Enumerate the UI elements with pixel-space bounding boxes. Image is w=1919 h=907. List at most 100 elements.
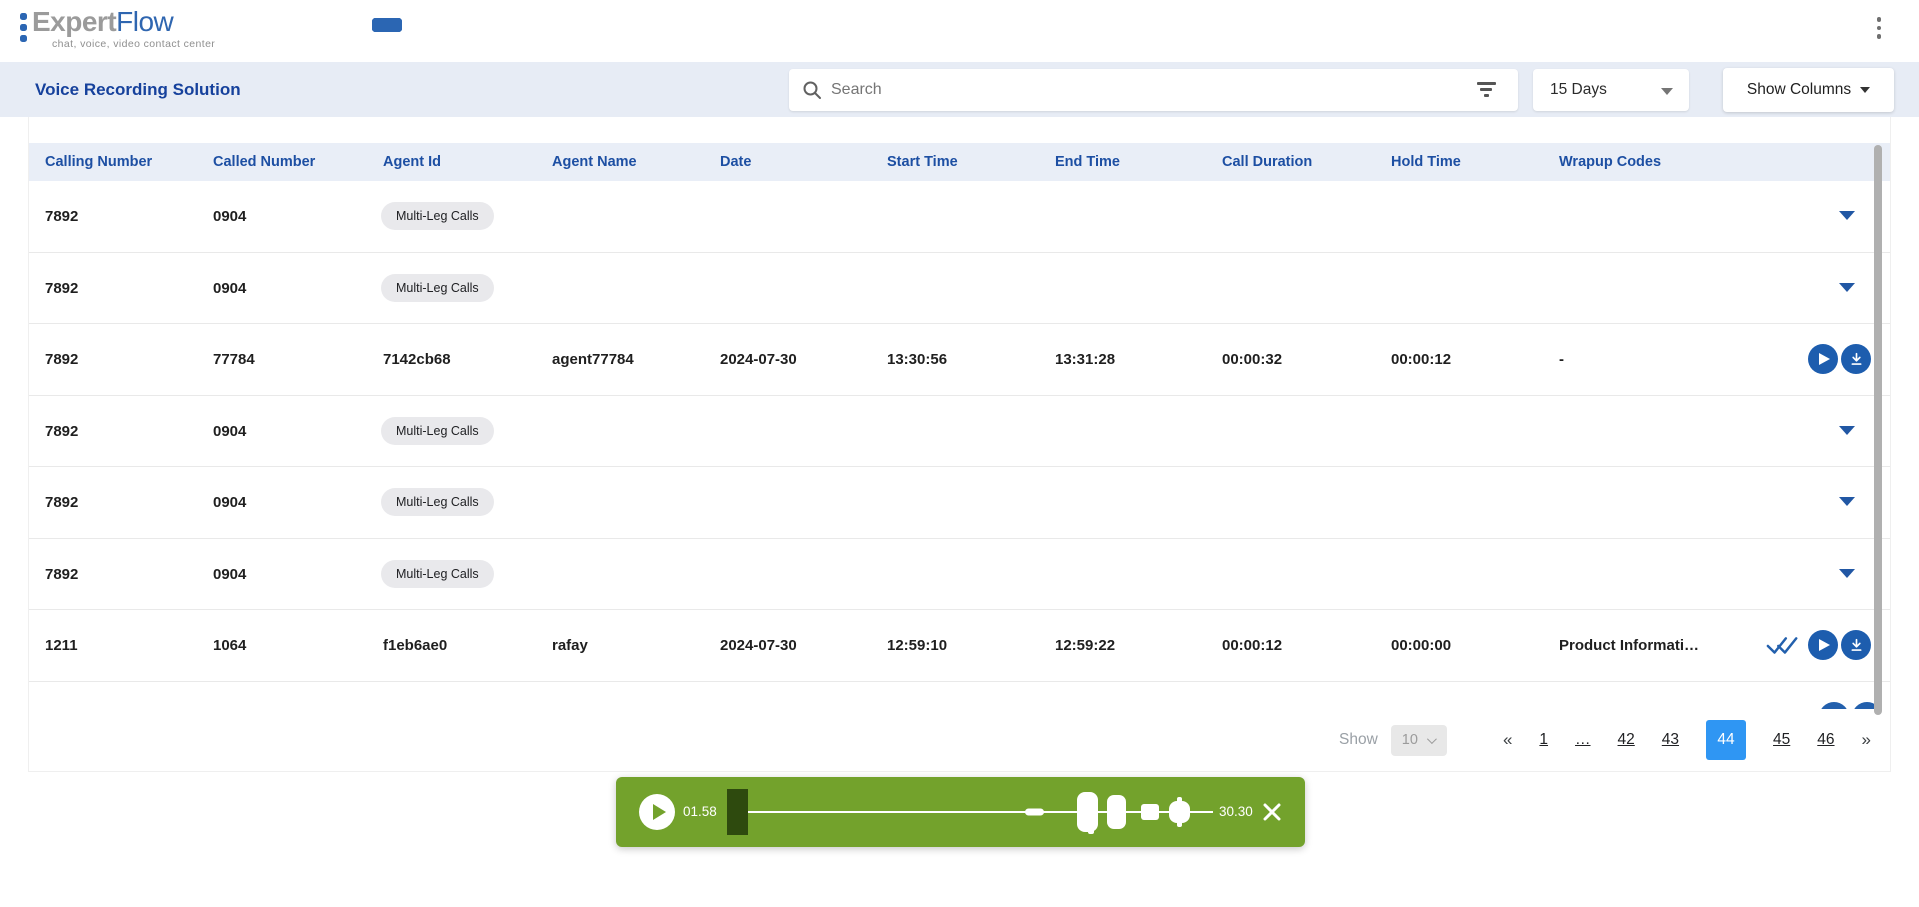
play-recording-button[interactable] xyxy=(1808,630,1838,660)
cell-call-duration: 00:00:32 xyxy=(1222,324,1282,395)
page-link-43[interactable]: 43 xyxy=(1662,731,1679,749)
search-input[interactable] xyxy=(831,69,1461,111)
play-icon xyxy=(653,804,666,820)
cell-end-time: 12:59:22 xyxy=(1055,610,1115,681)
cell-calling-number: 7892 xyxy=(45,253,78,324)
page-link-1[interactable]: 1 xyxy=(1539,731,1548,749)
cell-called-number: 0904 xyxy=(213,539,246,610)
cell-agent-id: 7142cb68 xyxy=(383,324,451,395)
brand-tagline: chat, voice, video contact center xyxy=(52,38,215,50)
player-play-button[interactable] xyxy=(639,794,675,830)
chevron-down-icon xyxy=(1661,88,1673,95)
col-header-end-time: End Time xyxy=(1055,143,1120,181)
download-icon xyxy=(1849,352,1864,367)
multi-leg-badge: Multi-Leg Calls xyxy=(381,560,494,588)
show-columns-label: Show Columns xyxy=(1747,81,1851,99)
table-row: 7892 0904 Multi-Leg Calls xyxy=(29,396,1890,468)
show-columns-button[interactable]: Show Columns xyxy=(1723,68,1894,112)
multi-leg-badge: Multi-Leg Calls xyxy=(381,417,494,445)
table-header-row: Calling Number Called Number Agent Id Ag… xyxy=(29,143,1890,181)
page-link-45[interactable]: 45 xyxy=(1773,731,1790,749)
page-size-select[interactable]: 10 xyxy=(1391,725,1447,756)
expand-row-icon[interactable] xyxy=(1839,211,1855,220)
table-row: 1211 1064 f1eb6ae0 rafay 2024-07-30 12:5… xyxy=(29,610,1890,682)
chevron-down-icon xyxy=(1427,734,1437,744)
col-header-call-duration: Call Duration xyxy=(1222,143,1312,181)
page-link-46[interactable]: 46 xyxy=(1817,731,1834,749)
filter-icon[interactable] xyxy=(1476,82,1496,98)
table-row: 7892 0904 Multi-Leg Calls xyxy=(29,181,1890,253)
recordings-table: Calling Number Called Number Agent Id Ag… xyxy=(28,117,1891,772)
col-header-calling-number: Calling Number xyxy=(45,143,152,181)
expand-row-icon[interactable] xyxy=(1839,569,1855,578)
play-recording-button[interactable] xyxy=(1808,344,1838,374)
page-size-control: Show 10 xyxy=(1339,720,1447,760)
cell-agent-name: rafay xyxy=(552,610,588,681)
overflow-menu-icon[interactable] xyxy=(1871,13,1887,43)
cell-wrapup-codes: - xyxy=(1559,324,1564,395)
download-recording-button[interactable] xyxy=(1841,344,1871,374)
expertflow-logo-icon xyxy=(20,13,27,42)
player-current-time: 01.58 xyxy=(683,777,717,847)
col-header-date: Date xyxy=(720,143,751,181)
play-icon xyxy=(1819,639,1830,651)
page-title: Voice Recording Solution xyxy=(35,62,241,117)
col-header-hold-time: Hold Time xyxy=(1391,143,1461,181)
row-actions xyxy=(1766,610,1871,681)
cell-called-number: 77784 xyxy=(213,324,255,395)
previous-page-button[interactable]: « xyxy=(1503,730,1512,750)
table-body: 7892 0904 Multi-Leg Calls 7892 0904 Mult… xyxy=(29,181,1890,682)
play-icon xyxy=(1819,353,1830,365)
top-bar: ExpertFlow chat, voice, video contact ce… xyxy=(0,0,1919,62)
cell-calling-number: 7892 xyxy=(45,181,78,252)
col-header-called-number: Called Number xyxy=(213,143,315,181)
cell-agent-name: agent77784 xyxy=(552,324,634,395)
expertflow-logo: ExpertFlow xyxy=(20,7,173,42)
date-range-select[interactable]: 15 Days xyxy=(1533,69,1689,111)
table-row: 7892 0904 Multi-Leg Calls xyxy=(29,467,1890,539)
show-label: Show xyxy=(1339,731,1378,749)
chevron-down-icon xyxy=(1860,87,1870,93)
player-waveform[interactable] xyxy=(748,789,1213,835)
brand-name: ExpertFlow xyxy=(32,7,173,37)
cell-start-time: 12:59:10 xyxy=(887,610,947,681)
page-size-value: 10 xyxy=(1402,732,1418,748)
cell-called-number: 0904 xyxy=(213,467,246,538)
page-header-band: Voice Recording Solution 15 Days Show Co… xyxy=(0,62,1919,117)
col-header-wrapup-codes: Wrapup Codes xyxy=(1559,143,1661,181)
page-link-ellipsis[interactable]: … xyxy=(1575,731,1591,749)
pagination: « 1 … 42 43 44 45 46 » xyxy=(1503,720,1871,760)
player-scrub-cursor[interactable] xyxy=(727,789,748,835)
double-check-icon xyxy=(1766,633,1800,657)
voice-recording-app: ExpertFlow chat, voice, video contact ce… xyxy=(0,0,1919,907)
search-box xyxy=(789,69,1518,111)
play-recording-button-clipped[interactable] xyxy=(1819,702,1849,709)
col-header-agent-id: Agent Id xyxy=(383,143,441,181)
cell-start-time: 13:30:56 xyxy=(887,324,947,395)
cell-agent-id: f1eb6ae0 xyxy=(383,610,447,681)
cell-called-number: 0904 xyxy=(213,253,246,324)
cell-hold-time: 00:00:00 xyxy=(1391,610,1451,681)
table-row: 7892 0904 Multi-Leg Calls xyxy=(29,539,1890,611)
page-link-42[interactable]: 42 xyxy=(1618,731,1635,749)
expand-row-icon[interactable] xyxy=(1839,426,1855,435)
cell-call-duration: 00:00:12 xyxy=(1222,610,1282,681)
cell-wrapup-codes: Product Informati… xyxy=(1559,610,1699,681)
next-page-button[interactable]: » xyxy=(1862,730,1871,750)
player-close-icon[interactable] xyxy=(1262,802,1282,822)
cell-called-number: 0904 xyxy=(213,181,246,252)
vertical-scrollbar[interactable] xyxy=(1874,145,1882,715)
multi-leg-badge: Multi-Leg Calls xyxy=(381,202,494,230)
cell-calling-number: 7892 xyxy=(45,396,78,467)
download-recording-button[interactable] xyxy=(1841,630,1871,660)
expand-row-icon[interactable] xyxy=(1839,283,1855,292)
page-link-active-44[interactable]: 44 xyxy=(1706,720,1746,760)
date-range-value: 15 Days xyxy=(1550,69,1607,111)
expand-row-icon[interactable] xyxy=(1839,497,1855,506)
cell-end-time: 13:31:28 xyxy=(1055,324,1115,395)
download-icon xyxy=(1849,638,1864,653)
clipped-row-buttons xyxy=(1809,700,1909,709)
row-actions xyxy=(1808,324,1871,395)
cell-hold-time: 00:00:12 xyxy=(1391,324,1451,395)
cell-calling-number: 1211 xyxy=(45,610,78,681)
